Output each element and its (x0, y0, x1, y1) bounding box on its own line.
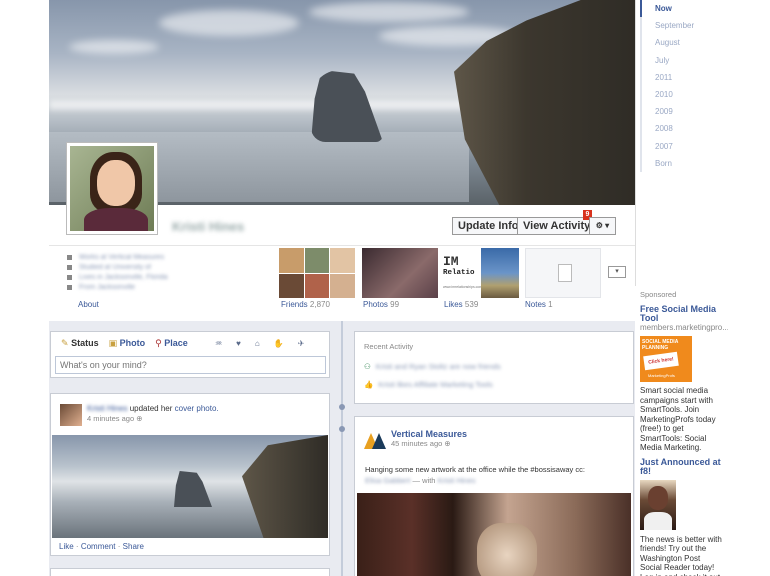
spine-dot (339, 404, 345, 410)
cover-photo-link[interactable]: cover photo. (175, 404, 219, 413)
travel-icon[interactable]: ✈ (298, 339, 305, 348)
timeline-august[interactable]: August (640, 34, 728, 52)
globe-icon: ⊕ (444, 439, 451, 448)
post-timestamp[interactable]: 4 minutes ago ⊕ (87, 414, 143, 423)
health-icon[interactable]: ✋ (274, 339, 284, 348)
work-icon (67, 254, 72, 260)
timeline-september[interactable]: September (640, 17, 728, 35)
timeline-main: Kristi Hines Update Info View Activity 9… (49, 0, 635, 576)
post-timestamp[interactable]: 45 minutes ago ⊕ (391, 439, 451, 448)
timeline-2008[interactable]: 2008 (640, 120, 728, 138)
photos-thumbnail[interactable] (362, 248, 438, 298)
profile-name: Kristi Hines (172, 219, 245, 234)
right-margin (728, 0, 770, 576)
timeline-now[interactable]: Now (640, 0, 728, 18)
ad1-url[interactable]: members.marketingpro... (640, 323, 729, 332)
house-icon[interactable]: ⌂ (255, 339, 260, 348)
photo-tab[interactable]: ▣ Photo (109, 338, 146, 349)
ad1-body[interactable]: Smart social media campaigns start with … (640, 386, 724, 453)
timeline-nav: Now September August July 2011 2010 2009… (635, 0, 728, 286)
heart-icon[interactable]: ♥ (236, 339, 241, 348)
post-cover-update: Kristi Hines updated her cover photo. 4 … (50, 393, 330, 556)
gear-dropdown-button[interactable]: ⚙ ▾ (589, 217, 616, 235)
timeline-2011[interactable]: 2011 (640, 68, 728, 86)
place-tab[interactable]: ⚲ Place (155, 338, 188, 349)
ad2-title[interactable]: Just Announced at f8! (640, 457, 724, 476)
ad1-image[interactable]: SOCIAL MEDIA PLANNING Click here! Market… (640, 336, 692, 382)
notes-thumbnail[interactable] (525, 248, 601, 298)
friends-link[interactable]: Friends 2,870 (281, 300, 330, 309)
composer: ✎ Status ▣ Photo ⚲ Place ♒ ♥ ⌂ ✋ ✈ (50, 331, 330, 378)
vertical-measures-logo[interactable] (364, 429, 386, 451)
notes-link[interactable]: Notes 1 (525, 300, 553, 309)
location-icon (67, 284, 72, 290)
home-icon (67, 274, 72, 280)
profile-picture[interactable] (66, 142, 158, 235)
timeline-july[interactable]: July (640, 51, 728, 69)
post-image[interactable] (357, 493, 631, 576)
status-tab[interactable]: ✎ Status (61, 338, 99, 349)
page-name[interactable]: Vertical Measures (391, 429, 467, 439)
avatar[interactable] (60, 404, 82, 426)
school-icon (67, 264, 72, 270)
update-info-button[interactable]: Update Info (452, 217, 525, 235)
ad1-title[interactable]: Free Social Media Tool (640, 305, 724, 323)
ad2-image[interactable] (640, 479, 676, 530)
pencil-icon: ✎ (61, 338, 69, 348)
likes-thumbnail[interactable]: IM Relatio www.imrelationships.com (443, 248, 519, 298)
post-author[interactable]: Kristi Hines (87, 404, 127, 413)
friends-thumbnail[interactable] (279, 248, 355, 298)
pin-icon: ⚲ (155, 338, 162, 348)
profile-info-strip: Works at Vertical Measures Studied at Un… (49, 245, 635, 321)
more-sections-dropdown[interactable]: ▾ (608, 266, 626, 278)
about-section[interactable]: Works at Vertical Measures Studied at Un… (67, 252, 267, 292)
timeline-2007[interactable]: 2007 (640, 137, 728, 155)
share-link[interactable]: Share (123, 542, 144, 551)
post-image[interactable] (52, 435, 328, 538)
about-link[interactable]: About (78, 300, 99, 309)
next-post (50, 568, 330, 576)
friends-icon: ⚇ (364, 362, 371, 371)
likes-link[interactable]: Likes 539 (444, 300, 478, 309)
comment-link[interactable]: Comment (81, 542, 116, 551)
spine-dot (339, 426, 345, 432)
photos-link[interactable]: Photos 99 (363, 300, 399, 309)
post-vertical-measures: Vertical Measures 45 minutes ago ⊕ Hangi… (354, 416, 634, 576)
timeline-2010[interactable]: 2010 (640, 85, 728, 104)
photo-icon: ▣ (108, 338, 118, 348)
ad2-body[interactable]: The news is better with friends! Try out… (640, 535, 724, 576)
like-link[interactable]: Like (59, 542, 74, 551)
timeline-born[interactable]: Born (640, 154, 728, 172)
like-icon: 👍 (364, 380, 374, 389)
globe-icon: ⊕ (136, 414, 143, 423)
sponsored-sidebar: Sponsored Free Social Media Tool members… (635, 286, 729, 576)
recent-activity: Recent Activity ⚇ Kristi and Ryan Stoltz… (354, 331, 634, 404)
status-input[interactable] (55, 356, 326, 374)
timeline-spine (341, 321, 343, 576)
life-event-icon[interactable]: ♒ (215, 339, 222, 348)
timeline-2009[interactable]: 2009 (640, 103, 728, 121)
